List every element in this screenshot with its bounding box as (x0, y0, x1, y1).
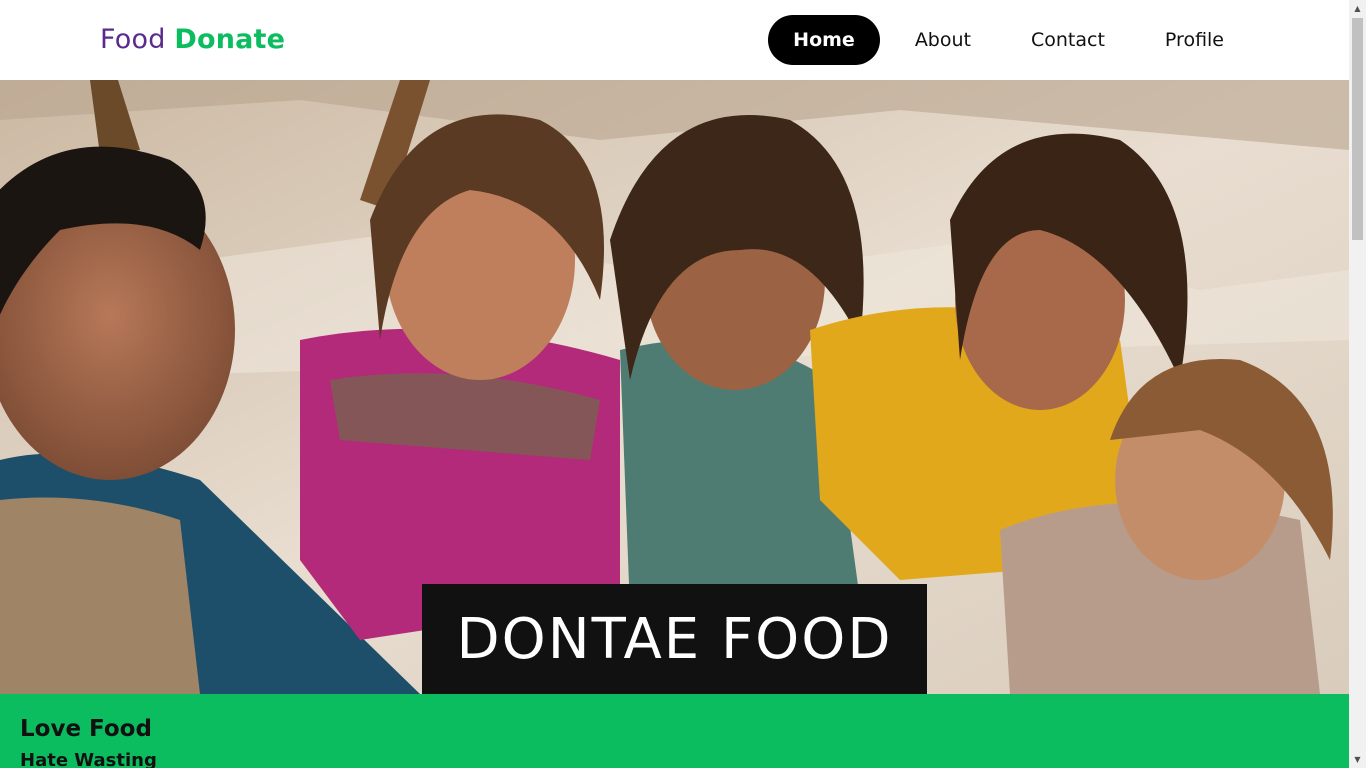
scroll-up-arrow-icon[interactable]: ▲ (1349, 0, 1366, 17)
scroll-down-arrow-icon[interactable]: ▼ (1349, 751, 1366, 768)
banner-subheading: Hate Wasting (20, 750, 157, 768)
nav-profile-link[interactable]: Profile (1140, 15, 1249, 65)
page: Food Donate Home About Contact Profile D… (0, 0, 1349, 768)
logo-text-donate: Donate (174, 24, 286, 55)
vertical-scrollbar[interactable]: ▲ ▼ (1349, 0, 1366, 768)
logo-text-food: Food (100, 24, 166, 55)
tagline-banner: Love Food Hate Wasting (0, 694, 1349, 768)
site-header: Food Donate Home About Contact Profile (0, 0, 1349, 80)
banner-heading: Love Food (20, 716, 152, 742)
hero-section: DONTAE FOOD (0, 80, 1349, 694)
hero-title: DONTAE FOOD (456, 606, 893, 672)
scrollbar-thumb[interactable] (1352, 18, 1363, 240)
main-nav: Home About Contact Profile (758, 15, 1249, 65)
site-logo[interactable]: Food Donate (100, 22, 285, 58)
nav-home-link[interactable]: Home (768, 15, 880, 65)
nav-contact-link[interactable]: Contact (1006, 15, 1130, 65)
hero-title-box: DONTAE FOOD (422, 584, 927, 694)
nav-about-link[interactable]: About (890, 15, 996, 65)
